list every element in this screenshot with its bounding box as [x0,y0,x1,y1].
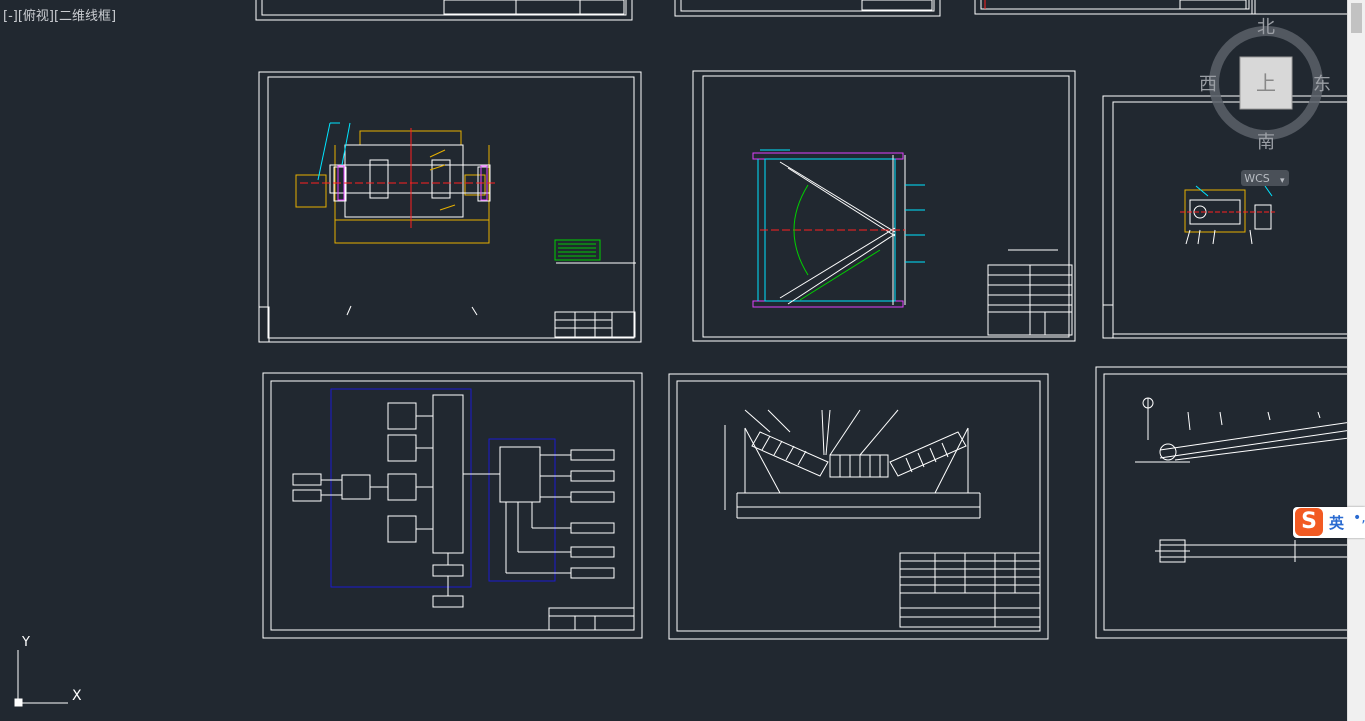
ime-toolbar[interactable]: S 英 •, [1293,507,1365,538]
viewcube[interactable]: 上 北 南 西 东 WCS ▾ [1199,17,1331,186]
wcs-menu[interactable]: WCS [1244,172,1270,185]
drawing-sheet-roller[interactable] [258,71,642,343]
viewcube-face-label[interactable]: 上 [1256,71,1276,95]
drawing-sheet-top-3 [974,0,1256,15]
viewcube-north-label[interactable]: 北 [1257,17,1275,38]
drawing-sheet-block-diagram[interactable] [262,372,643,639]
ucs-y-label: Y [21,635,30,650]
drawing-sheet-top-2 [674,0,941,17]
viewcube-west-label[interactable]: 西 [1199,74,1217,95]
ucs-x-label: X [72,688,82,704]
chevron-down-icon[interactable]: ▾ [1280,176,1285,186]
scrollbar-thumb[interactable] [1351,3,1362,33]
ime-punctuation-toggle[interactable]: •, [1353,510,1365,526]
viewcube-south-label[interactable]: 南 [1257,132,1275,153]
drawing-sheet-detail[interactable] [1102,95,1348,339]
vertical-scrollbar[interactable] [1347,0,1365,721]
ucs-icon [14,650,68,707]
ime-language-toggle[interactable]: 英 [1329,512,1344,533]
drawing-sheet-top-4 [1251,0,1348,15]
drawing-sheet-conveyor[interactable] [1095,366,1348,639]
drawing-canvas[interactable]: Y X 上 北 南 西 东 WCS ▾ [0,0,1348,721]
ime-logo-icon[interactable]: S [1295,508,1323,536]
viewcube-east-label[interactable]: 东 [1313,74,1331,95]
drawing-sheet-top-1 [255,0,633,21]
drawing-sheet-frame[interactable] [692,70,1076,342]
drawing-sheet-idler[interactable] [668,373,1049,640]
